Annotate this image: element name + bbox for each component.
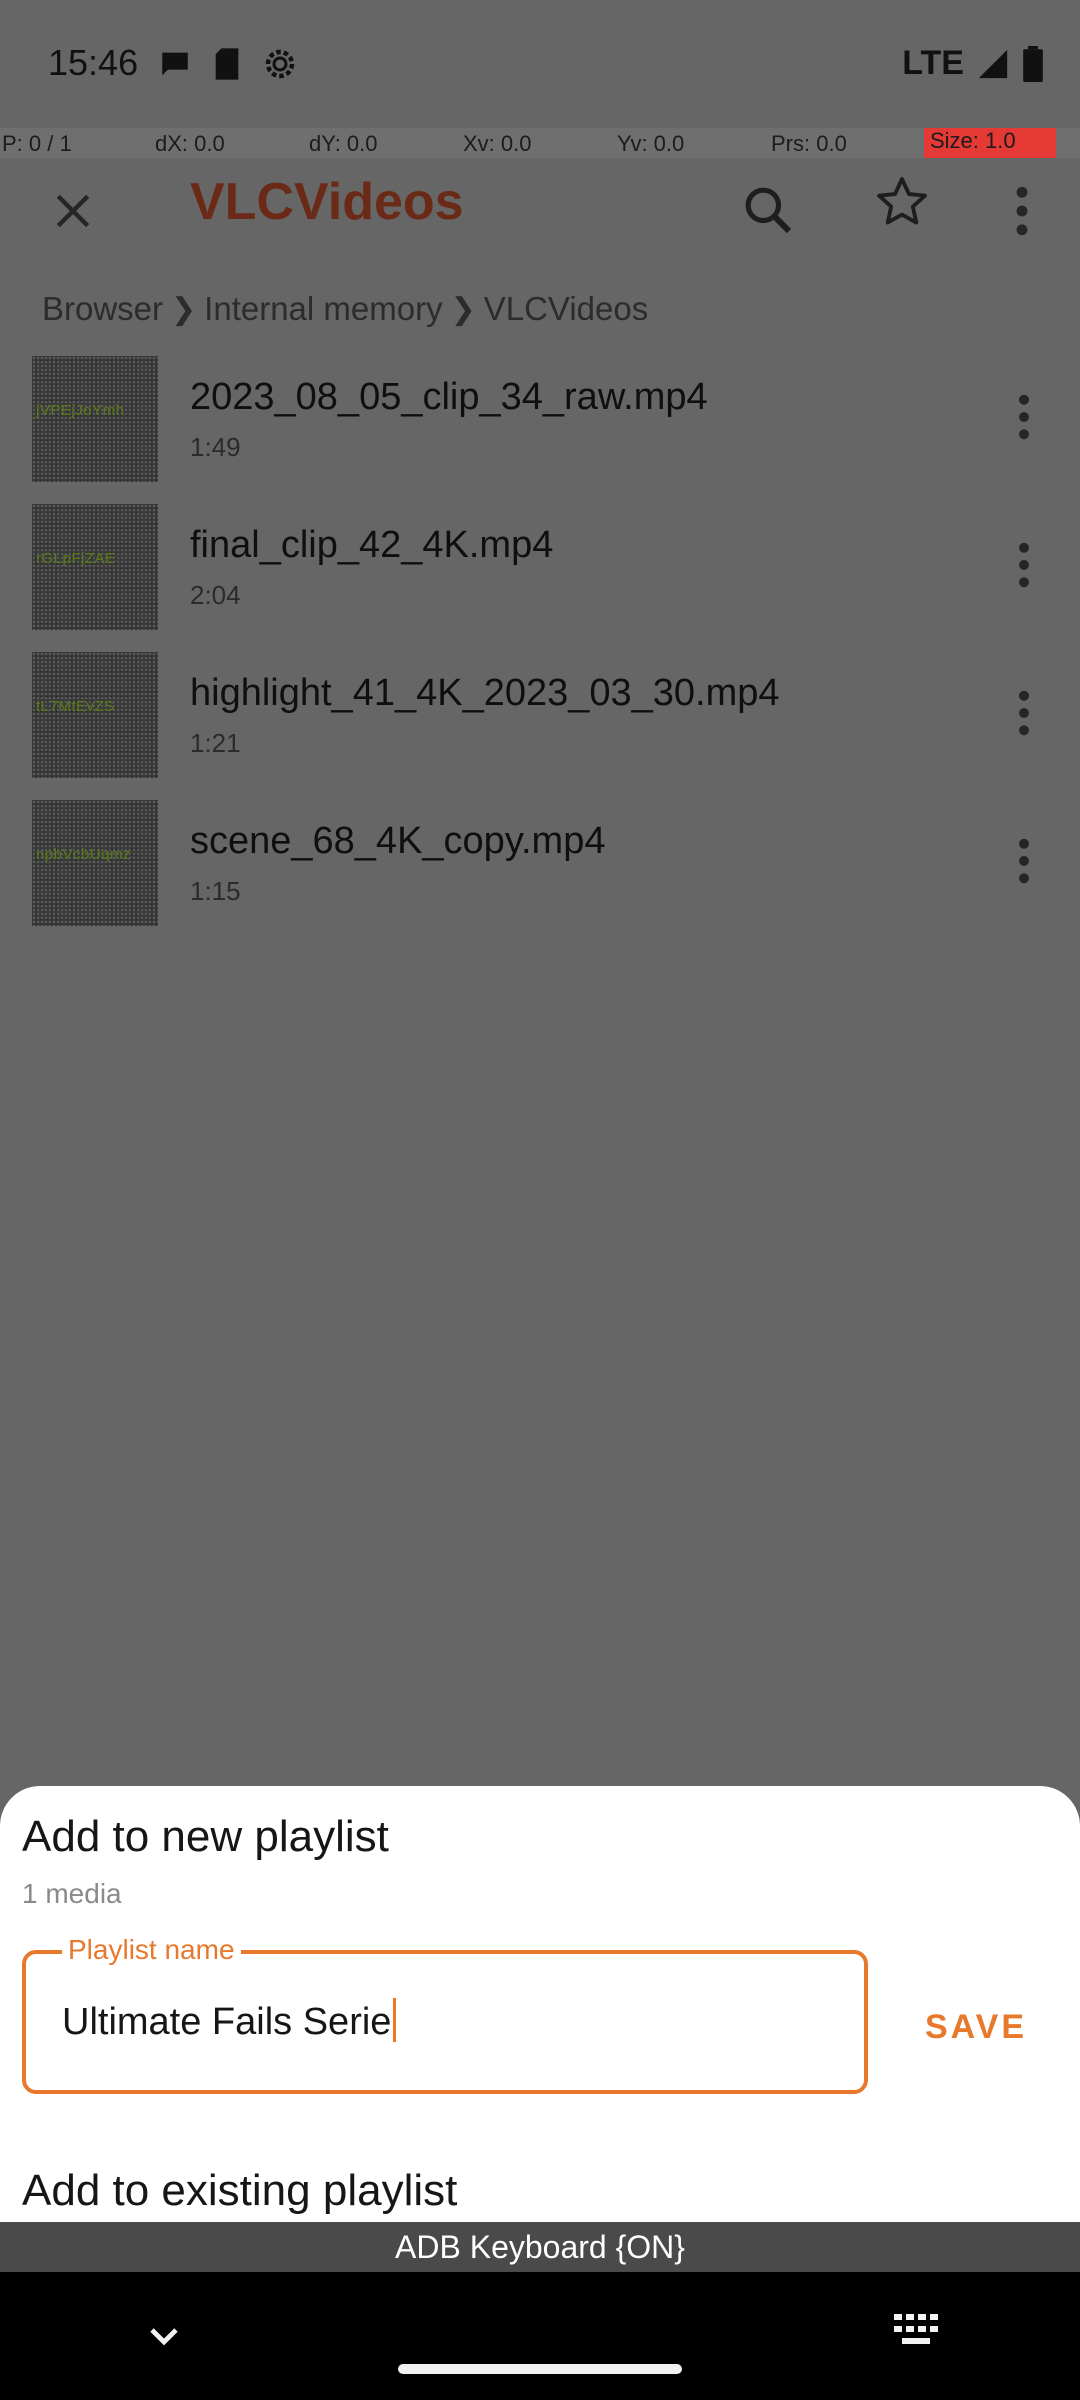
list-item[interactable]: npbVcbUqmz scene_68_4K_copy.mp4 1:15	[0, 796, 1080, 944]
video-thumbnail: npbVcbUqmz	[32, 800, 158, 926]
debug-dy: dY: 0.0	[309, 131, 378, 156]
keyboard-indicator: ADB Keyboard {ON}	[0, 2222, 1080, 2272]
search-icon	[745, 187, 792, 234]
close-button[interactable]	[40, 178, 106, 244]
status-time: 15:46	[48, 42, 139, 83]
file-list: jVPEjJoYmh 2023_08_05_clip_34_raw.mp4 1:…	[0, 352, 1080, 944]
playlist-name-label: Playlist name	[62, 1934, 241, 1966]
navigation-bar	[0, 2272, 1080, 2400]
text-cursor	[393, 1998, 397, 2042]
debug-xv: Xv: 0.0	[463, 131, 532, 156]
breadcrumb-browser[interactable]: Browser	[42, 290, 163, 328]
debug-pointer: P: 0 / 1	[2, 131, 72, 156]
list-item[interactable]: jVPEjJoYmh 2023_08_05_clip_34_raw.mp4 1:…	[0, 352, 1080, 500]
media-count: 1 media	[22, 1878, 122, 1909]
chevron-right-icon: ❯	[171, 292, 197, 326]
thumbnail-code: npbVcbUqmz	[36, 846, 132, 863]
file-name: final_clip_42_4K.mp4	[190, 524, 554, 566]
video-thumbnail: jVPEjJoYmh	[32, 356, 158, 482]
playlist-name-value: Ultimate Fails Serie	[62, 2001, 392, 2043]
file-duration: 1:21	[190, 728, 241, 758]
debug-prs: Prs: 0.0	[771, 131, 847, 156]
home-gesture-handle[interactable]	[398, 2364, 682, 2374]
status-icons-left	[158, 46, 298, 82]
settings-gear-icon	[265, 49, 295, 79]
item-more-button[interactable]	[992, 682, 1056, 744]
file-duration: 2:04	[190, 580, 241, 610]
add-to-playlist-sheet: Add to new playlist 1 media Playlist nam…	[0, 1786, 1080, 2222]
file-name: 2023_08_05_clip_34_raw.mp4	[190, 376, 708, 418]
file-name: highlight_41_4K_2023_03_30.mp4	[190, 672, 780, 714]
close-icon	[56, 194, 90, 228]
debug-size: Size: 1.0	[924, 128, 1056, 158]
item-more-button[interactable]	[992, 534, 1056, 596]
more-vert-icon	[1019, 838, 1029, 884]
save-button[interactable]: SAVE	[876, 1952, 1076, 2102]
sd-card-icon	[215, 48, 239, 80]
video-thumbnail: rGLpFjZAE	[32, 504, 158, 630]
search-button[interactable]	[723, 162, 813, 258]
message-icon	[162, 52, 188, 76]
more-vert-icon	[1019, 394, 1029, 440]
more-vert-icon	[1016, 186, 1028, 236]
playlist-name-field[interactable]: Playlist name Ultimate Fails Serie	[22, 1934, 868, 2094]
list-item[interactable]: rGLpFjZAE final_clip_42_4K.mp4 2:04	[0, 500, 1080, 648]
signal-icon	[978, 49, 1008, 78]
file-duration: 1:49	[190, 432, 241, 462]
chevron-right-icon: ❯	[450, 292, 476, 326]
status-bar: 15:46 LTE	[0, 0, 1080, 128]
more-vert-icon	[1019, 542, 1029, 588]
thumbnail-code: rGLpFjZAE	[36, 550, 116, 567]
star-icon	[877, 177, 927, 225]
file-name: scene_68_4K_copy.mp4	[190, 820, 606, 862]
status-icons-right: LTE	[902, 44, 1044, 83]
breadcrumb-internal-memory[interactable]: Internal memory	[204, 290, 442, 328]
thumbnail-code: tL7MtEvZS	[36, 698, 115, 715]
favorite-button[interactable]	[862, 162, 942, 242]
chevron-down-icon[interactable]	[140, 2312, 188, 2360]
page-title: VLCVideos	[190, 173, 464, 231]
add-to-existing-heading: Add to existing playlist	[22, 2166, 458, 2215]
item-more-button[interactable]	[992, 830, 1056, 892]
debug-yv: Yv: 0.0	[617, 131, 685, 156]
debug-dx: dX: 0.0	[155, 131, 225, 156]
video-thumbnail: tL7MtEvZS	[32, 652, 158, 778]
playlist-name-input[interactable]: Ultimate Fails Serie	[62, 1998, 397, 2044]
more-vert-icon	[1019, 690, 1029, 736]
item-more-button[interactable]	[992, 386, 1056, 448]
overflow-menu-button[interactable]	[1000, 178, 1044, 244]
battery-icon	[1023, 45, 1043, 82]
file-duration: 1:15	[190, 876, 241, 906]
pointer-location-overlay: P: 0 / 1 dX: 0.0 dY: 0.0 Xv: 0.0 Yv: 0.0…	[0, 128, 1080, 158]
toolbar: VLCVideos	[0, 158, 1080, 288]
sheet-title: Add to new playlist	[22, 1812, 389, 1861]
keyboard-icon[interactable]	[892, 2312, 944, 2352]
network-type: LTE	[902, 44, 964, 82]
breadcrumb: Browser ❯ Internal memory ❯ VLCVideos	[42, 284, 648, 334]
thumbnail-code: jVPEjJoYmh	[36, 402, 125, 419]
breadcrumb-vlcvideos[interactable]: VLCVideos	[484, 290, 649, 328]
list-item[interactable]: tL7MtEvZS highlight_41_4K_2023_03_30.mp4…	[0, 648, 1080, 796]
